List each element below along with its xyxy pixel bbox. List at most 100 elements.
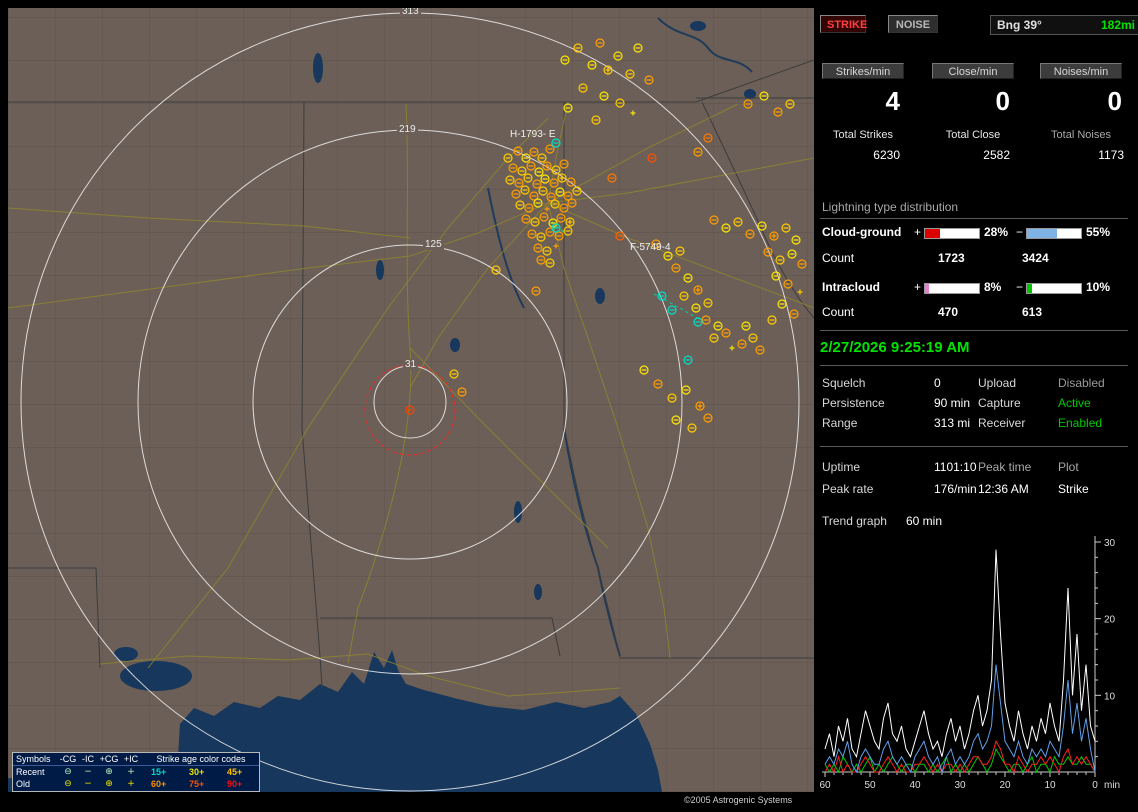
total-close-value: 2582 <box>983 148 1010 162</box>
bearing-label: Bng 39° <box>997 18 1042 32</box>
legend-symbols-title: Symbols <box>16 754 51 764</box>
legend-col-ncg: -CG <box>59 754 77 764</box>
map-overlays: 313 219 125 31 H-1793- E F-5749-4 <box>8 8 814 792</box>
legend-header: Symbols -CG -IC +CG +IC Strike age color… <box>13 753 259 766</box>
upload-status: Disabled <box>1058 376 1105 390</box>
total-strikes-label: Total Strikes <box>833 129 893 141</box>
ic-plus-bar <box>924 283 980 294</box>
age-75: 75+ <box>189 779 205 789</box>
settings-row-3: Range 313 mi Receiver Enabled <box>818 416 1130 432</box>
capture-label: Capture <box>978 396 1021 410</box>
map-area: 313 219 125 31 H-1793- E F-5749-4 Symbols -CG… <box>8 8 814 806</box>
cg-plus-count: 1723 <box>938 251 965 265</box>
legend-col-pcg: +CG <box>99 754 119 764</box>
squelch-label: Squelch <box>822 376 866 390</box>
noises-per-min-value: 0 <box>1107 86 1122 116</box>
bearing-distance: 182mi <box>1100 18 1135 32</box>
peak-rate-label: Peak rate <box>822 482 874 496</box>
cg-minus-pct: 55% <box>1086 225 1111 239</box>
legend-old-label: Old <box>16 779 31 789</box>
plot-value: Strike <box>1058 482 1089 496</box>
cg-plus-bar-fill <box>925 229 941 238</box>
ic-plus-bar-fill <box>925 284 930 293</box>
plus-sign: + <box>914 280 922 294</box>
info-row-1: Uptime 1101:10 Peak time Plot <box>818 460 1130 476</box>
peak-time-label: Peak time <box>978 460 1032 474</box>
cg-plus-pct: 28% <box>984 225 1009 239</box>
ic-minus-bar <box>1026 283 1082 294</box>
plus-sign: + <box>914 225 922 239</box>
divider <box>820 365 1128 366</box>
svg-text:40: 40 <box>909 780 921 791</box>
trend-graph-row: Trend graph 60 min <box>818 514 1130 530</box>
peak-rate-value: 176/min <box>934 482 977 496</box>
ic-minus-bar-fill <box>1027 284 1033 293</box>
cloud-ground-row: Cloud-ground + 28% − 55% <box>818 225 1130 241</box>
cloud-ground-label: Cloud-ground <box>822 225 902 239</box>
circle-plus-icon: ⊕ <box>105 779 113 789</box>
range-ring-label: 31 <box>403 359 419 370</box>
circle-plus-icon: ⊕ <box>105 767 113 777</box>
plus-icon: + <box>127 779 135 789</box>
noise-toggle-button[interactable]: NOISE <box>888 15 938 33</box>
totals-values-row: 6230 2582 1173 <box>818 148 1130 164</box>
legend-col-pic: +IC <box>123 754 139 764</box>
receiver-label: Receiver <box>978 416 1026 430</box>
svg-text:10: 10 <box>1104 691 1116 702</box>
intracloud-row: Intracloud + 8% − 10% <box>818 280 1130 296</box>
total-close-label: Total Close <box>945 129 1001 141</box>
distribution-title-row: Lightning type distribution <box>818 200 1130 216</box>
strikes-per-min-button[interactable]: Strikes/min <box>822 63 904 79</box>
svg-text:10: 10 <box>1044 780 1056 791</box>
plus-icon: + <box>127 767 135 777</box>
intracloud-label: Intracloud <box>822 280 881 294</box>
divider <box>820 330 1128 331</box>
legend-row-old: Old ⊖ − ⊕ + 60+ 75+ 90+ <box>13 778 259 790</box>
noises-per-min-button[interactable]: Noises/min <box>1040 63 1122 79</box>
minus-sign: − <box>1016 225 1024 239</box>
svg-text:30: 30 <box>954 780 966 791</box>
settings-row-2: Persistence 90 min Capture Active <box>818 396 1130 412</box>
uptime-label: Uptime <box>822 460 861 474</box>
lightning-map[interactable]: 313 219 125 31 H-1793- E F-5749-4 Symbols -CG… <box>8 8 814 792</box>
total-noises-value: 1173 <box>1098 148 1124 162</box>
age-45: 45+ <box>227 767 243 777</box>
ic-minus-pct: 10% <box>1086 280 1111 294</box>
station-label: H-1793- E <box>510 129 556 140</box>
minus-sign: − <box>1016 280 1024 294</box>
circle-minus-icon: ⊖ <box>64 779 72 789</box>
close-per-min-button[interactable]: Close/min <box>932 63 1014 79</box>
upload-label: Upload <box>978 376 1017 390</box>
ic-count-label: Count <box>822 305 855 319</box>
range-value: 313 mi <box>934 416 971 430</box>
trend-graph-chart: 10 20 30 0 10 20 30 40 50 60 min <box>819 536 1120 791</box>
cg-plus-bar <box>924 228 980 239</box>
range-ring-label: 125 <box>423 239 444 250</box>
totals-labels-row: Total Strikes Total Close Total Noises <box>818 129 1130 145</box>
range-ring-label: 219 <box>397 124 418 135</box>
status-panel: STRIKE NOISE Bng 39° 182mi Strikes/min C… <box>818 8 1138 806</box>
cg-count-row: Count 1723 3424 <box>818 251 1130 267</box>
info-row-2: Peak rate 176/min 12:36 AM Strike <box>818 482 1130 498</box>
trend-graph-label: Trend graph <box>822 514 887 528</box>
total-strikes-value: 6230 <box>873 148 900 162</box>
persistence-label: Persistence <box>822 396 885 410</box>
ic-minus-count: 613 <box>1022 305 1043 319</box>
range-label: Range <box>822 416 858 430</box>
svg-text:60: 60 <box>819 780 831 791</box>
svg-text:50: 50 <box>864 780 876 791</box>
svg-text:0: 0 <box>1092 780 1098 791</box>
cg-count-label: Count <box>822 251 855 265</box>
legend-age-title: Strike age color codes <box>156 754 246 764</box>
cg-minus-bar <box>1026 228 1082 239</box>
age-60: 60+ <box>151 779 167 789</box>
legend-row-recent: Recent ⊖ − ⊕ + 15+ 30+ 45+ <box>13 766 259 778</box>
capture-status: Active <box>1058 396 1091 410</box>
strike-toggle-button[interactable]: STRIKE <box>820 15 867 33</box>
cg-minus-count: 3424 <box>1022 251 1049 265</box>
age-30: 30+ <box>189 767 205 777</box>
minus-icon: − <box>84 767 92 777</box>
squelch-value: 0 <box>934 376 941 390</box>
receiver-status: Enabled <box>1058 416 1103 430</box>
minus-icon: − <box>84 779 92 789</box>
